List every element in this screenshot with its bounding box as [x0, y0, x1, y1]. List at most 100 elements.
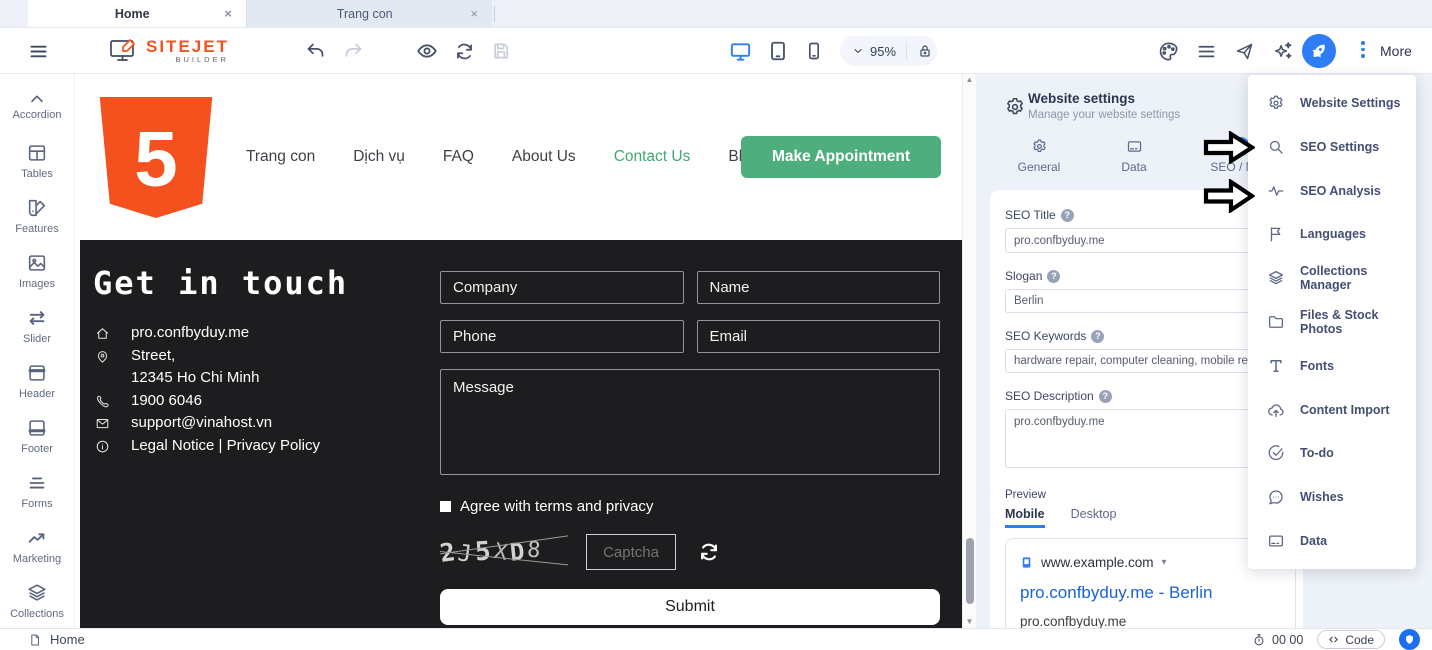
- launch-button[interactable]: [1302, 34, 1336, 68]
- sidebar-item-images[interactable]: Images: [0, 243, 74, 298]
- lock-icon[interactable]: [917, 43, 933, 59]
- contact-details: pro.confbyduy.me Street, 12345 Ho Chi Mi…: [95, 322, 320, 457]
- nav-link-active[interactable]: Contact Us: [614, 148, 691, 166]
- sidebar-item-header[interactable]: Header: [0, 353, 74, 408]
- message-field[interactable]: [440, 369, 940, 475]
- tab-home[interactable]: Home ×: [28, 0, 246, 27]
- redo-button[interactable]: [340, 28, 366, 74]
- publish-button[interactable]: [1231, 28, 1257, 74]
- menu-item-website-settings[interactable]: Website Settings: [1248, 81, 1416, 125]
- refresh-button[interactable]: [451, 28, 477, 74]
- menu-item-seo-analysis[interactable]: SEO Analysis: [1248, 169, 1416, 213]
- menu-item-data[interactable]: Data: [1248, 519, 1416, 563]
- ai-assistant-button[interactable]: [1268, 28, 1296, 74]
- status-bar: Home 00 00 Code: [0, 628, 1432, 650]
- menu-item-label: Languages: [1300, 227, 1366, 241]
- annotation-arrow-seo-analysis: [1203, 179, 1255, 213]
- contact-email[interactable]: support@vinahost.vn: [131, 412, 272, 435]
- more-label[interactable]: More: [1380, 28, 1412, 74]
- close-icon[interactable]: ×: [220, 6, 236, 21]
- chevron-down-icon[interactable]: ▾: [1162, 557, 1167, 568]
- menu-item-content-import[interactable]: Content Import: [1248, 388, 1416, 432]
- scrollbar-thumb[interactable]: [966, 538, 974, 604]
- phone-field[interactable]: [440, 320, 684, 353]
- menu-item-wishes[interactable]: Wishes: [1248, 475, 1416, 519]
- company-field[interactable]: [440, 271, 684, 304]
- eye-icon: [416, 40, 438, 62]
- chevron-down-icon[interactable]: [852, 45, 864, 57]
- device-tablet-button[interactable]: [765, 28, 791, 74]
- tab-data[interactable]: Data: [1102, 138, 1166, 174]
- captcha-char: X: [492, 539, 509, 566]
- page-canvas: 5 Trang con Dịch vụ FAQ About Us Contact…: [75, 74, 962, 628]
- type-icon: [1267, 357, 1285, 375]
- sidebar-item-label: Footer: [21, 443, 53, 455]
- contact-website[interactable]: pro.confbyduy.me: [131, 322, 249, 345]
- nav-link[interactable]: Trang con: [246, 148, 315, 166]
- help-icon[interactable]: ?: [1099, 390, 1112, 403]
- close-icon[interactable]: ×: [466, 6, 482, 21]
- menu-item-collections-manager[interactable]: Collections Manager: [1248, 256, 1416, 300]
- device-mobile-button[interactable]: [802, 28, 826, 74]
- menu-item-files-stock-photos[interactable]: Files & Stock Photos: [1248, 300, 1416, 344]
- canvas-scrollbar[interactable]: ▲ ▼: [962, 74, 976, 628]
- sidebar-item-collections[interactable]: Collections: [0, 573, 74, 628]
- preview-tab-mobile[interactable]: Mobile: [1005, 507, 1045, 528]
- chat-bubble-icon: [1267, 488, 1285, 506]
- contact-phone[interactable]: 1900 6046: [131, 390, 202, 413]
- code-button[interactable]: Code: [1317, 630, 1385, 649]
- undo-icon: [305, 41, 326, 62]
- email-field[interactable]: [697, 320, 941, 353]
- tab-label: Data: [1121, 160, 1146, 174]
- terms-checkbox[interactable]: [440, 501, 451, 512]
- save-button[interactable]: [488, 28, 514, 74]
- menu-item-todo[interactable]: To-do: [1248, 432, 1416, 476]
- html5-logo: 5: [95, 95, 217, 221]
- sidebar-item-tables[interactable]: Tables: [0, 133, 74, 188]
- preview-tab-desktop[interactable]: Desktop: [1071, 507, 1117, 528]
- sidebar-item-forms[interactable]: Forms: [0, 463, 74, 518]
- scroll-down-arrow[interactable]: ▼: [966, 616, 974, 628]
- shield-icon: [1404, 634, 1415, 645]
- scroll-up-arrow[interactable]: ▲: [966, 74, 974, 86]
- sidebar-item-footer[interactable]: Footer: [0, 408, 74, 463]
- more-options-button[interactable]: [1361, 41, 1365, 58]
- make-appointment-button[interactable]: Make Appointment: [741, 136, 941, 178]
- hamburger-menu-button[interactable]: [26, 28, 50, 74]
- zoom-level[interactable]: 95%: [870, 44, 896, 59]
- current-page-name[interactable]: Home: [50, 632, 85, 647]
- sidebar-item-features[interactable]: Features: [0, 188, 74, 243]
- layers-icon: [1267, 269, 1285, 287]
- menu-item-fonts[interactable]: Fonts: [1248, 344, 1416, 388]
- submit-button[interactable]: Submit: [440, 589, 940, 625]
- help-icon[interactable]: ?: [1091, 330, 1104, 343]
- sidebar-item-slider[interactable]: Slider: [0, 298, 74, 353]
- captcha-refresh-button[interactable]: [698, 541, 720, 563]
- swatch-icon: [26, 197, 48, 219]
- sidebar-item-label: Slider: [23, 333, 51, 345]
- menu-item-languages[interactable]: Languages: [1248, 212, 1416, 256]
- captcha-field[interactable]: [586, 534, 676, 570]
- name-field[interactable]: [697, 271, 941, 304]
- nav-link[interactable]: About Us: [512, 148, 576, 166]
- device-desktop-button[interactable]: [726, 28, 754, 74]
- design-button[interactable]: [1154, 28, 1182, 74]
- help-icon[interactable]: ?: [1047, 270, 1060, 283]
- nav-link[interactable]: Dịch vụ: [353, 148, 405, 166]
- help-icon[interactable]: ?: [1061, 209, 1074, 222]
- menu-item-label: Collections Manager: [1300, 264, 1416, 292]
- preview-button[interactable]: [414, 28, 440, 74]
- contact-legal-links[interactable]: Legal Notice | Privacy Policy: [131, 435, 320, 458]
- tab-separator: [494, 6, 495, 22]
- tab-general[interactable]: General: [1007, 138, 1071, 174]
- preview-result-title[interactable]: pro.confbyduy.me - Berlin: [1020, 583, 1281, 603]
- sidebar-item-accordion[interactable]: Accordion: [0, 78, 74, 133]
- outline-list-button[interactable]: [1193, 28, 1219, 74]
- undo-button[interactable]: [302, 28, 328, 74]
- support-bubble-button[interactable]: [1399, 629, 1420, 650]
- nav-link[interactable]: FAQ: [443, 148, 474, 166]
- tab-trang-con[interactable]: Trang con ×: [246, 0, 492, 27]
- menu-item-seo-settings[interactable]: SEO Settings: [1248, 125, 1416, 169]
- sidebar-item-marketing[interactable]: Marketing: [0, 518, 74, 573]
- kebab-dot: [1361, 48, 1365, 52]
